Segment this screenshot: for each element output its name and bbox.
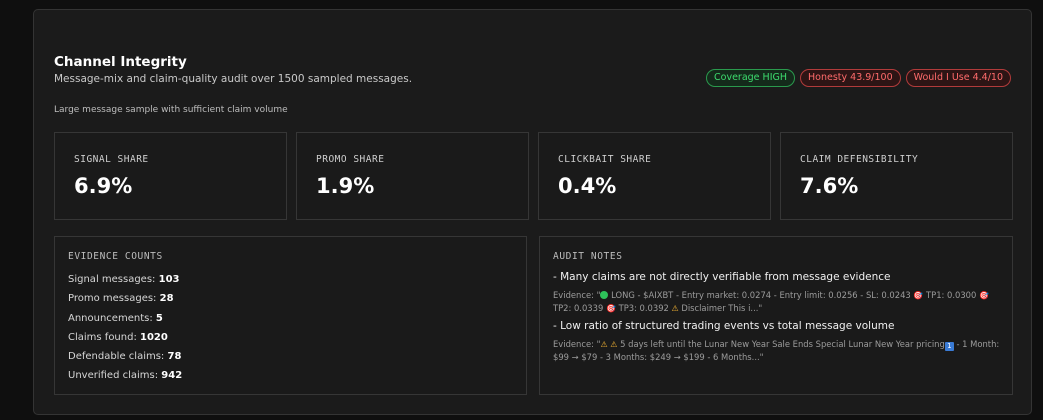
audit-notes-box: AUDIT NOTES - Many claims are not direct… <box>539 236 1013 395</box>
list-item: Promo messages: 28 <box>68 289 182 308</box>
audit-claim: - Low ratio of structured trading events… <box>553 320 895 332</box>
evidence-text: TP1: 0.0300 <box>923 290 979 300</box>
audit-evidence: Evidence: " LONG - $AIXBT - Entry market… <box>553 289 1000 315</box>
stat-label: CLAIM DEFENSIBILITY <box>800 154 919 165</box>
badge-group: Coverage HIGH Honesty 43.9/100 Would I U… <box>706 69 1011 87</box>
target-icon: 🎯 <box>605 304 616 313</box>
channel-integrity-panel: Channel Integrity Message-mix and claim-… <box>33 9 1032 415</box>
stat-value: 7.6% <box>800 174 859 198</box>
panel-subtitle: Message-mix and claim-quality audit over… <box>54 73 413 85</box>
evidence-counts-box: EVIDENCE COUNTS Signal messages: 103 Pro… <box>54 236 527 395</box>
count-value: 1020 <box>140 331 168 343</box>
count-label: Signal messages: <box>68 274 159 285</box>
count-value: 28 <box>159 293 174 305</box>
coverage-badge: Coverage HIGH <box>706 69 796 87</box>
stat-label: CLICKBAIT SHARE <box>558 154 652 165</box>
count-label: Unverified claims: <box>68 370 162 382</box>
stat-card-promo-share: PROMO SHARE 1.9% <box>296 132 529 220</box>
evidence-prefix: Evidence: " <box>553 290 601 300</box>
keycap-one-icon: 1 <box>944 342 954 351</box>
count-label: Defendable claims: <box>68 351 168 363</box>
evidence-text: TP2: 0.0339 <box>553 303 606 313</box>
list-item: Signal messages: 103 <box>68 270 182 289</box>
audit-notes-header: AUDIT NOTES <box>553 251 623 262</box>
list-item: Defendable claims: 78 <box>68 347 182 366</box>
audit-evidence: Evidence: "⚠ ⚠ 5 days left until the Lun… <box>553 338 1000 363</box>
audit-notes-list: - Many claims are not directly verifiabl… <box>553 270 1000 367</box>
stat-card-clickbait-share: CLICKBAIT SHARE 0.4% <box>538 132 771 220</box>
count-value: 103 <box>158 274 180 285</box>
evidence-text: 5 days left until the Lunar New Year Sal… <box>617 339 945 349</box>
stat-label: PROMO SHARE <box>316 154 385 165</box>
list-item: Unverified claims: 942 <box>68 366 182 385</box>
count-label: Claims found: <box>68 331 141 343</box>
stat-value: 1.9% <box>316 174 375 198</box>
count-value: 5 <box>155 312 163 324</box>
evidence-prefix: Evidence: " <box>553 339 601 349</box>
stat-value: 6.9% <box>74 174 133 198</box>
target-icon: 🎯 <box>913 291 924 300</box>
panel-title: Channel Integrity <box>54 54 187 70</box>
list-item: Claims found: 1020 <box>68 328 182 347</box>
warning-icon: ⚠ <box>600 340 608 349</box>
honesty-badge: Honesty 43.9/100 <box>800 69 901 87</box>
evidence-counts-list: Signal messages: 103 Promo messages: 28 … <box>68 270 182 386</box>
evidence-counts-header: EVIDENCE COUNTS <box>68 251 163 262</box>
target-icon: 🎯 <box>978 291 989 300</box>
count-label: Promo messages: <box>68 293 160 305</box>
sample-note: Large message sample with sufficient cla… <box>54 105 288 115</box>
stat-label: SIGNAL SHARE <box>74 154 149 165</box>
audit-claim: - Many claims are not directly verifiabl… <box>553 271 891 283</box>
count-label: Announcements: <box>68 312 156 324</box>
stat-value: 0.4% <box>558 174 617 198</box>
evidence-text: Disclaimer This i..." <box>678 303 763 313</box>
would-use-badge: Would I Use 4.4/10 <box>905 69 1011 87</box>
stat-card-claim-defensibility: CLAIM DEFENSIBILITY 7.6% <box>780 132 1013 220</box>
warning-icon: ⚠ <box>671 304 679 313</box>
count-value: 78 <box>167 351 182 363</box>
evidence-text: TP3: 0.0392 <box>615 303 672 313</box>
evidence-text: LONG - $AIXBT - Entry market: 0.0274 - E… <box>608 290 914 300</box>
stat-card-signal-share: SIGNAL SHARE 6.9% <box>54 132 287 220</box>
list-item: Announcements: 5 <box>68 309 182 328</box>
count-value: 942 <box>161 370 183 382</box>
